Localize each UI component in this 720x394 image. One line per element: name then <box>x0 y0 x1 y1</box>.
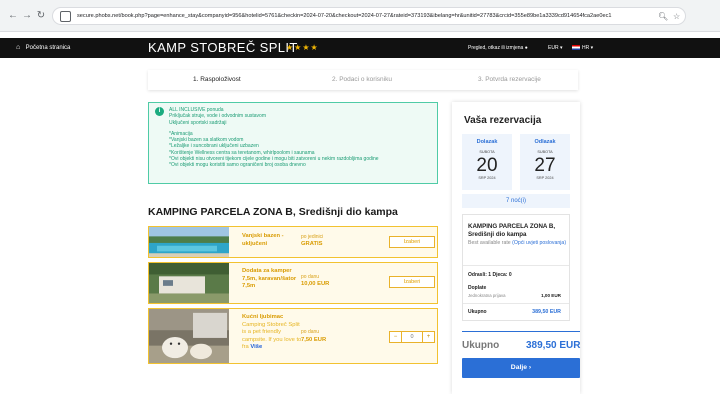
reservation-summary-panel: Vaša rezervacija Dolazak SUBOTA 20 SRP 2… <box>452 102 580 394</box>
info-icon: i <box>155 107 164 116</box>
pet-quantity-stepper: − 0 + <box>389 331 435 343</box>
unit-name: KAMPING PARCELA ZONA B, Središnji dio ka… <box>468 223 556 238</box>
select-button[interactable]: Izaberi <box>389 236 435 248</box>
checkout-label: Odlazak <box>534 139 556 145</box>
checkout-day: 27 <box>534 155 556 176</box>
unit-title: KAMPING PARCELA ZONA B, Središnji dio ka… <box>148 206 398 218</box>
browser-toolbar: ← → ↻ secure.phobs.net/book.php?page=enh… <box>0 0 720 32</box>
bookmark-star-icon[interactable]: ☆ <box>673 11 680 22</box>
price-unit: po danu <box>301 274 320 280</box>
extras-label: Doplate <box>468 285 487 291</box>
nights-count: 7 noć(i) <box>462 194 570 208</box>
checkin-date: Dolazak SUBOTA 20 SRP 2024 <box>462 134 512 190</box>
decrease-button[interactable]: − <box>390 332 402 342</box>
total-value: 389,50 EUR <box>526 340 581 351</box>
checkout-month: SRP 2024 <box>536 176 554 180</box>
extra-item-label: Jednokratna prijava <box>468 293 506 298</box>
home-icon: ⌂ <box>16 44 21 51</box>
language-label: HR ▾ <box>582 45 594 51</box>
step-confirmation: 3. Potvrda rezervacije <box>478 76 541 83</box>
checkout-date: Odlazak SUBOTA 27 SRP 2024 <box>520 134 570 190</box>
back-icon[interactable]: ← <box>6 9 20 23</box>
price-value: GRATIS <box>301 241 323 247</box>
croatia-flag-icon <box>572 45 580 51</box>
next-button[interactable]: Dalje › <box>462 358 580 378</box>
booking-steps: 1. Raspoloživost 2. Podaci o korisniku 3… <box>148 70 578 90</box>
subtotal-value: 389,50 EUR <box>532 309 561 315</box>
quantity-value[interactable]: 0 <box>402 332 422 342</box>
checkin-label: Dolazak <box>476 139 498 145</box>
forward-icon[interactable]: → <box>20 9 34 23</box>
divider <box>463 265 569 266</box>
user-icon: ● <box>524 45 528 51</box>
site-header: ⌂ Početna stranica KAMP STOBREČ SPLIT ★★… <box>0 38 720 58</box>
language-select[interactable]: HR ▾ <box>572 44 593 52</box>
price-unit: po jedinici <box>301 234 324 240</box>
price-value: 7,50 EUR <box>301 337 327 343</box>
price-value: 10,00 EUR <box>301 281 330 287</box>
info-line: *Ovi objekti mogu koristiti samo ogranič… <box>169 162 306 169</box>
extra-item-price: 1,00 EUR <box>541 293 561 298</box>
more-link[interactable]: Više <box>250 344 262 350</box>
address-bar[interactable]: secure.phobs.net/book.php?page=enhance_s… <box>52 7 686 25</box>
extra-item-pet: Kućni ljubimac Camping Stobreč Split is … <box>148 308 438 364</box>
item-name: Kućni ljubimac Camping Stobreč Split is … <box>242 314 302 350</box>
total-label: Ukupno <box>462 340 500 351</box>
extra-item-camper: Dodata za kamper 7,5m, karavan/šator 7,5m … <box>148 262 438 304</box>
item-name: Vanjski bazen - uključeni <box>242 233 284 247</box>
step-availability: 1. Raspoloživost <box>193 76 241 83</box>
reservation-title: Vaša rezervacija <box>464 115 542 126</box>
url-text[interactable]: secure.phobs.net/book.php?page=enhance_s… <box>77 11 611 22</box>
extra-item-pool: Vanjski bazen - uključeni po jedinici GRA… <box>148 226 438 258</box>
site-info-icon[interactable] <box>60 11 71 22</box>
manage-booking-link[interactable]: Pregled, otkaz ili izmjena ● <box>468 44 528 52</box>
camper-photo[interactable] <box>149 263 229 303</box>
unit-summary: KAMPING PARCELA ZONA B, Središnji dio ka… <box>462 214 570 321</box>
increase-button[interactable]: + <box>422 332 434 342</box>
item-name: Dodata za kamper 7,5m, karavan/šator 7,5m <box>242 268 297 289</box>
guests-count: Odrasli: 1 Djeca: 0 <box>468 272 512 278</box>
camp-name: KAMP STOBREČ SPLIT <box>148 40 298 55</box>
manage-booking-label: Pregled, otkaz ili izmjena <box>468 45 524 51</box>
info-notice: i ALL INCLUSIVE ponuda Priključak struje… <box>148 102 438 184</box>
select-button[interactable]: Izaberi <box>389 276 435 288</box>
rate-info: Best available rate (Opći uvjeti poslova… <box>468 240 567 246</box>
step-user-data: 2. Podaci o korisniku <box>332 76 392 83</box>
checkin-month: SRP 2024 <box>478 176 496 180</box>
pet-photo[interactable] <box>149 309 229 363</box>
zoom-icon[interactable]: 🔍︎ <box>658 11 668 22</box>
reload-icon[interactable]: ↻ <box>34 9 48 23</box>
terms-link[interactable]: (Opći uvjeti poslovanja) <box>512 240 566 246</box>
checkin-day: 20 <box>476 155 498 176</box>
total-divider <box>462 331 580 332</box>
star-rating: ★★★★ <box>286 43 319 52</box>
price-unit: po danu <box>301 329 320 335</box>
divider <box>463 303 569 304</box>
pool-photo[interactable] <box>149 227 229 257</box>
home-link[interactable]: ⌂ Početna stranica <box>16 44 70 52</box>
currency-select[interactable]: EUR ▾ <box>548 44 562 52</box>
home-label: Početna stranica <box>25 45 71 51</box>
subtotal-label: Ukupno <box>468 309 487 315</box>
